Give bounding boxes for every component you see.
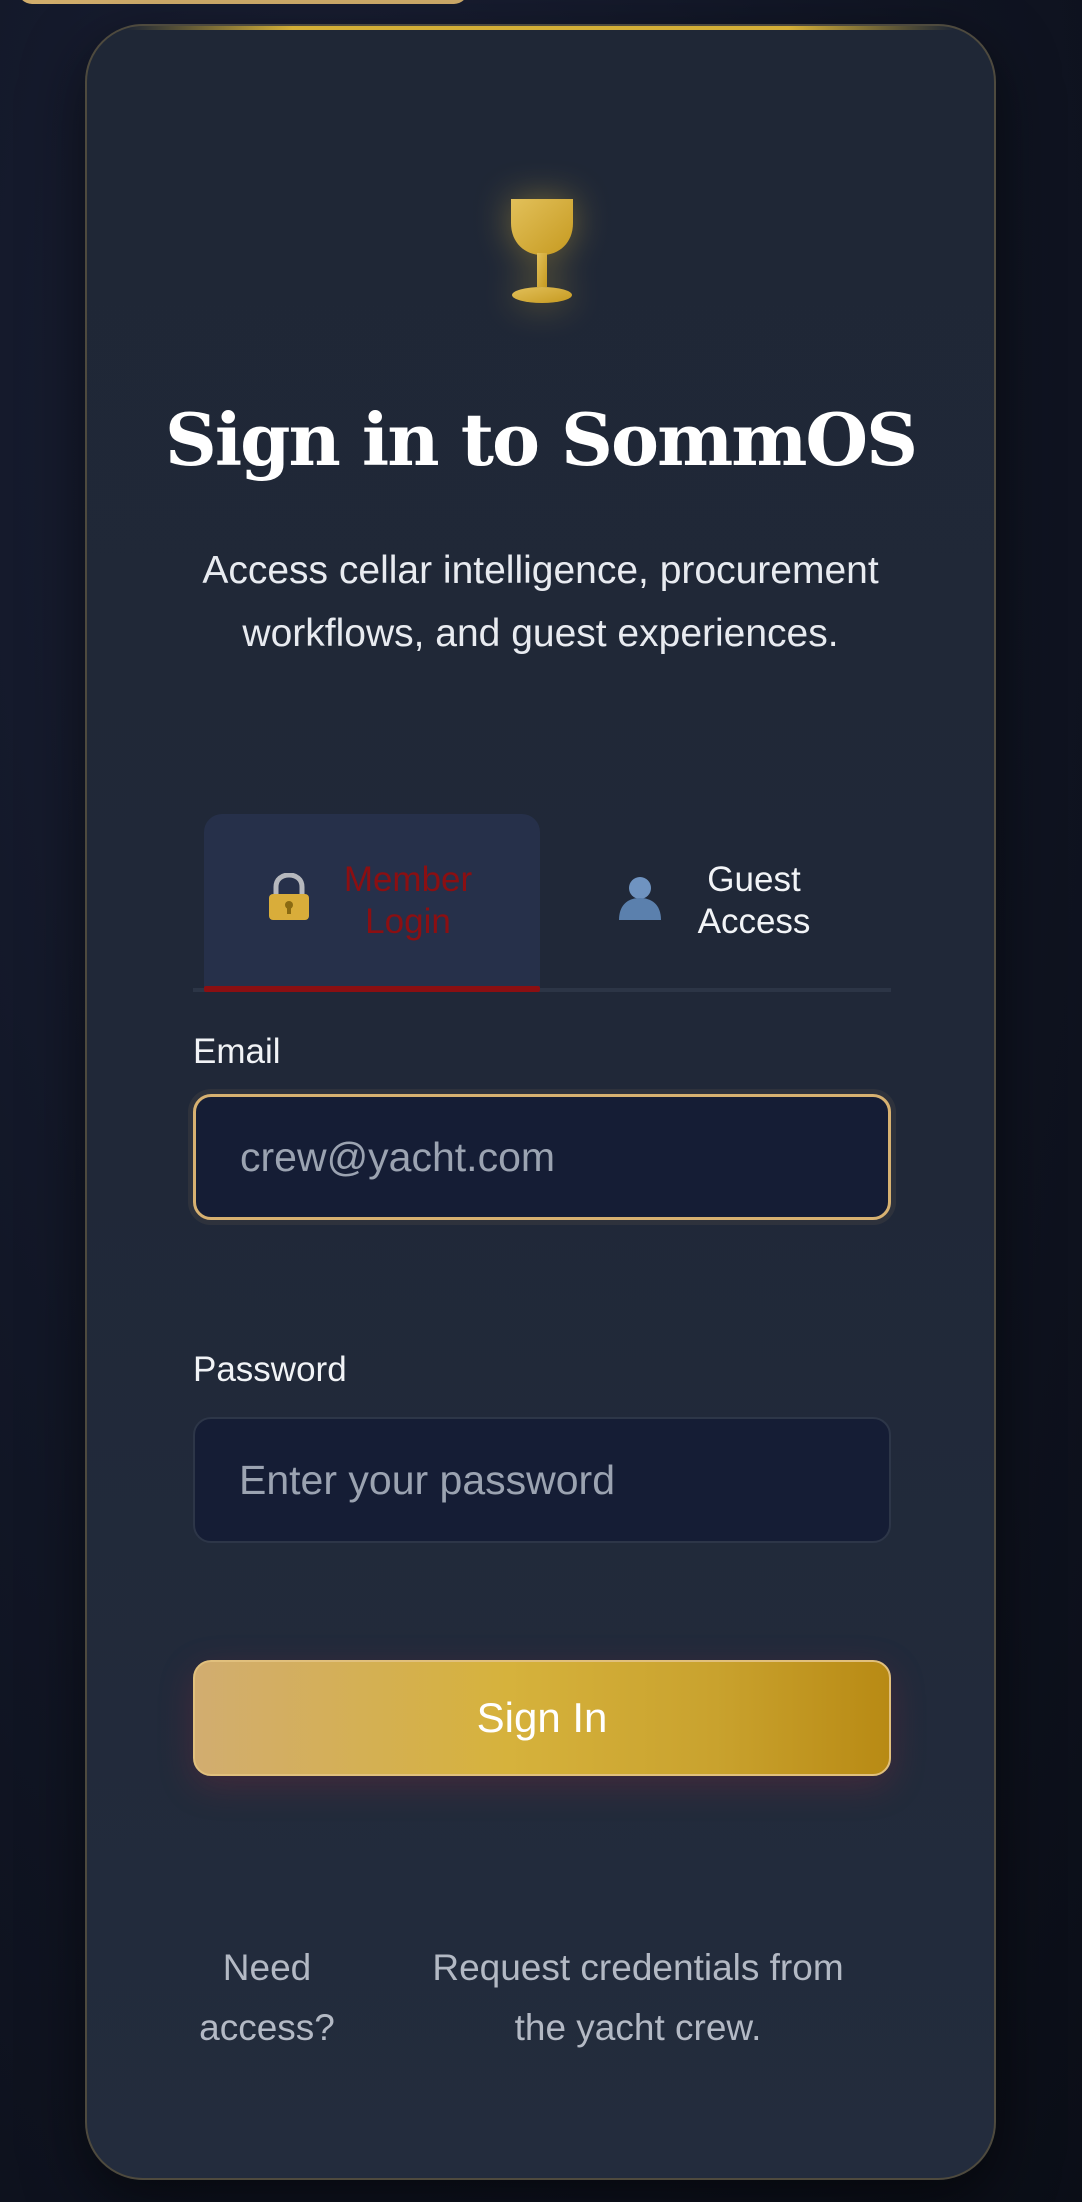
tab-guest-access[interactable]: Guest Access [553,814,883,988]
top-banner-strip [18,0,468,4]
lock-icon [266,872,312,929]
password-label: Password [193,1350,347,1389]
wine-glass-icon [482,176,602,326]
login-card: Sign in to SommOS Access cellar intellig… [85,24,996,2180]
person-icon [617,874,663,928]
card-accent-line [127,26,954,30]
page-subtitle: Access cellar intelligence, procurement … [202,549,879,655]
sign-in-button[interactable]: Sign In [193,1660,891,1776]
email-label: Email [193,1032,281,1071]
need-access-prompt: Need access? [199,1947,335,2048]
page-title: Sign in to SommOS [164,397,918,482]
email-field[interactable] [193,1094,891,1220]
password-field[interactable] [193,1417,891,1543]
tab-member-login[interactable]: Member Login [204,814,540,992]
tab-member-login-label: Member Login [343,860,473,941]
tab-guest-access-label: Guest Access [697,860,811,941]
request-credentials-text: Request credentials from the yacht crew. [432,1947,844,2048]
login-mode-tabs: Member Login Guest Access [193,788,891,992]
